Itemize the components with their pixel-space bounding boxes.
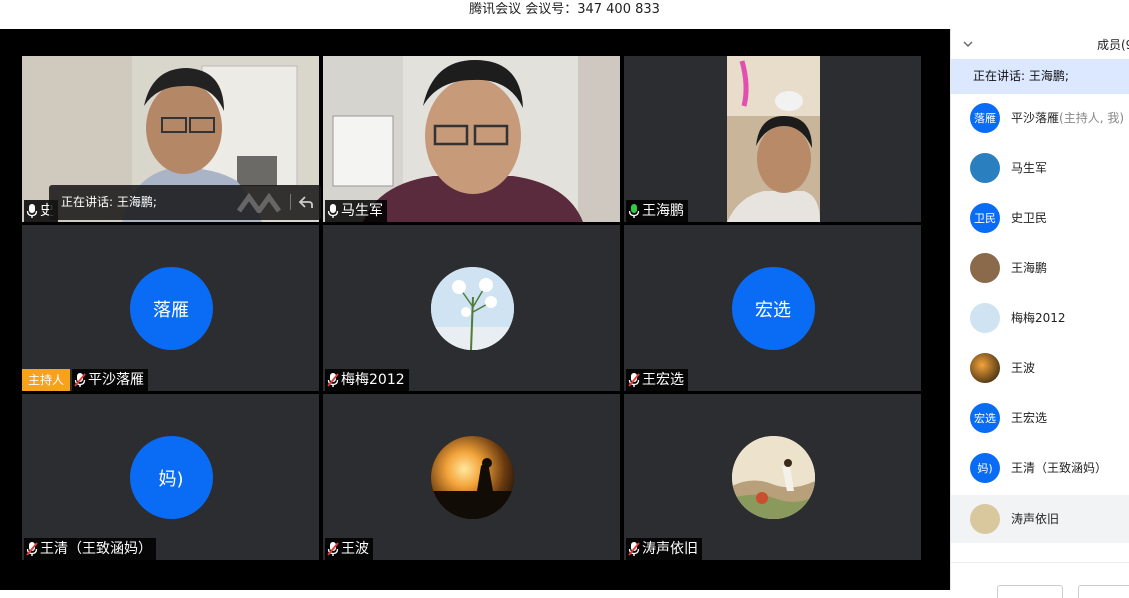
participant-name: 王清（王致涵妈） (40, 541, 152, 557)
participant-video (323, 56, 620, 222)
member-item[interactable]: 梅梅2012 (951, 294, 1129, 342)
video-tile-taoshengyijiu[interactable]: 涛声依旧 (624, 394, 921, 560)
tile-name-tag: 王宏选 (626, 369, 688, 391)
member-avatar: 宏选 (970, 403, 1000, 433)
tile-name-tag: 王波 (325, 538, 373, 560)
member-name: 涛声依旧 (1011, 512, 1060, 526)
member-item[interactable]: 马生军 (951, 144, 1129, 192)
member-item[interactable]: 王海鹏 (951, 244, 1129, 292)
tile-name-tag: 王海鹏 (626, 200, 688, 222)
video-tile-mashengjun[interactable]: 马生军 (323, 56, 620, 222)
member-avatar (970, 353, 1000, 383)
participant-name: 王波 (341, 541, 369, 557)
microphone-muted-icon (327, 542, 339, 556)
member-avatar (970, 253, 1000, 283)
member-name: 王波 (1011, 361, 1036, 375)
participant-avatar: 宏选 (731, 267, 815, 350)
video-tile-pingshaluoyan[interactable]: 落雁 主持人 平沙落雁 (22, 225, 319, 391)
video-area: 史 马生军 王海鹏 落雁 主持人 平沙落雁 梅梅2012 宏选 王宏选 妈) 王… (0, 29, 950, 590)
microphone-muted-icon (327, 373, 339, 387)
member-item[interactable]: 宏选 王宏选 (951, 394, 1129, 442)
member-avatar (970, 504, 1000, 534)
member-role: (主持人, 我) (1059, 111, 1125, 125)
member-name: 史卫民 (1011, 211, 1048, 225)
members-header: 成员(9 (951, 29, 1129, 59)
member-name: 王海鹏 (1011, 261, 1048, 275)
microphone-icon (327, 204, 339, 218)
footer-button[interactable] (997, 585, 1063, 598)
member-name: 王清（王致涵妈） (1011, 461, 1108, 475)
microphone-icon (26, 204, 38, 218)
microphone-muted-icon (628, 542, 640, 556)
painting-photo-icon (731, 436, 815, 519)
microphone-muted-icon (26, 542, 38, 556)
video-tile-meimei2012[interactable]: 梅梅2012 (323, 225, 620, 391)
speaking-indicator-toast: 正在讲话: 王海鹏; (49, 185, 321, 220)
members-title: 成员(9 (1097, 38, 1129, 52)
member-avatar (970, 303, 1000, 333)
participant-avatar: 妈) (129, 436, 213, 519)
tile-name-tag: 平沙落雁 (72, 369, 148, 391)
member-item[interactable]: 落雁 平沙落雁(主持人, 我) (951, 94, 1129, 142)
tile-name-tag: 梅梅2012 (325, 369, 409, 391)
tile-name-tag: 马生军 (325, 200, 387, 222)
host-badge: 主持人 (22, 369, 71, 391)
member-avatar (970, 153, 1000, 183)
participant-name: 马生军 (341, 203, 383, 219)
members-panel: 成员(9 正在讲话: 王海鹏; 落雁 平沙落雁(主持人, 我) 马生军 卫民 史… (950, 29, 1129, 598)
tile-name-tag: 涛声依旧 (626, 538, 702, 560)
video-tile-wangbo[interactable]: 王波 (323, 394, 620, 560)
member-avatar: 卫民 (970, 203, 1000, 233)
member-item[interactable]: 王波 (951, 344, 1129, 392)
tile-name-tag: 王清（王致涵妈） (24, 538, 156, 560)
members-footer (951, 562, 1129, 598)
video-tile-wanghongxuan[interactable]: 宏选 王宏选 (624, 225, 921, 391)
participant-name: 梅梅2012 (341, 372, 405, 388)
microphone-muted-icon (74, 373, 86, 387)
return-icon[interactable] (297, 193, 315, 211)
member-name: 平沙落雁(主持人, 我) (1011, 109, 1124, 126)
member-item[interactable]: 卫民 史卫民 (951, 194, 1129, 242)
footer-button[interactable] (1078, 585, 1129, 598)
microphone-active-icon (628, 204, 640, 218)
member-name: 王宏选 (1011, 411, 1048, 425)
participant-avatar: 落雁 (129, 267, 213, 350)
video-grid: 史 马生军 王海鹏 落雁 主持人 平沙落雁 梅梅2012 宏选 王宏选 妈) 王… (22, 56, 924, 590)
participant-name: 平沙落雁 (88, 372, 144, 388)
speaking-text: 正在讲话: 王海鹏; (61, 195, 157, 209)
member-item[interactable]: 妈) 王清（王致涵妈） (951, 444, 1129, 492)
video-tile-wangqing[interactable]: 妈) 王清（王致涵妈） (22, 394, 319, 560)
members-speaking-indicator: 正在讲话: 王海鹏; (951, 59, 1129, 94)
chevron-down-icon[interactable] (961, 37, 975, 51)
participant-name: 王海鹏 (642, 203, 684, 219)
participant-video (624, 56, 921, 222)
participant-name: 王宏选 (642, 372, 684, 388)
member-item[interactable]: 涛声依旧 (951, 495, 1129, 543)
title-bar: 腾讯会议 会议号：347 400 833 (0, 0, 1129, 29)
meeting-title: 腾讯会议 会议号：347 400 833 (469, 2, 660, 17)
sunset-silhouette-photo-icon (430, 436, 514, 519)
member-name: 梅梅2012 (1011, 311, 1066, 325)
member-name-text: 平沙落雁 (1011, 111, 1060, 125)
lily-flower-photo-icon (430, 267, 514, 350)
participant-name: 涛声依旧 (642, 541, 698, 557)
member-avatar: 落雁 (970, 103, 1000, 133)
app-logo-icon (237, 193, 281, 213)
member-name: 马生军 (1011, 161, 1048, 175)
video-tile-wanghaipeng[interactable]: 王海鹏 (624, 56, 921, 222)
microphone-muted-icon (628, 373, 640, 387)
toast-divider (290, 194, 291, 210)
member-avatar: 妈) (970, 453, 1000, 483)
